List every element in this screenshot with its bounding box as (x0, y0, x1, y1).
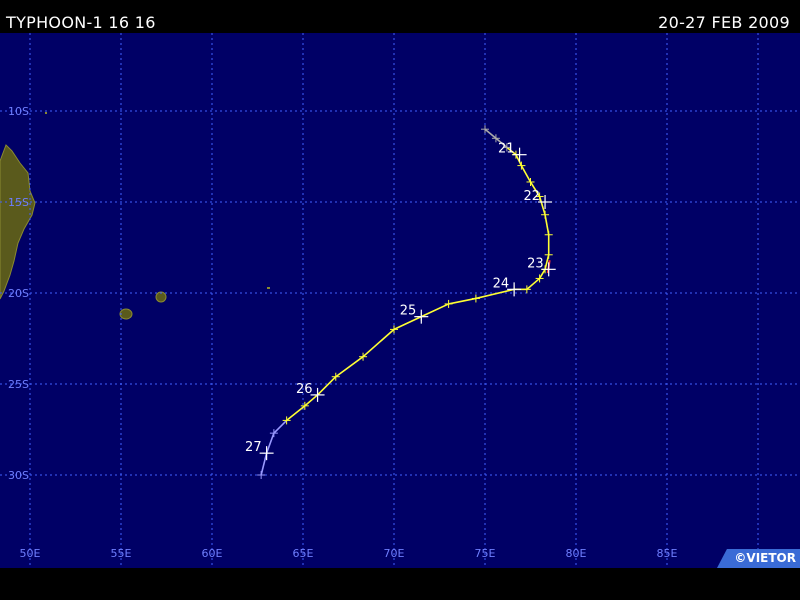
header-bar: TYPHOON-1 16 16 20-27 FEB 2009 (0, 0, 800, 33)
lon-label: 60E (202, 547, 223, 560)
reunion-island (119, 308, 133, 320)
day-label: 24 (493, 276, 510, 291)
lon-label: 50E (20, 547, 41, 560)
track-map: 10S15S20S25S30S50E55E60E65E70E75E80E85E9… (0, 33, 800, 568)
date-range: 20-27 FEB 2009 (658, 13, 790, 32)
rodrigues-island (267, 287, 270, 289)
lat-label: 10S (8, 105, 29, 118)
lon-label: 55E (111, 547, 132, 560)
lat-label: 30S (8, 469, 29, 482)
day-label: 26 (296, 382, 313, 397)
day-label: 22 (524, 189, 541, 204)
lon-label: 65E (293, 547, 314, 560)
footer-bar (0, 568, 800, 600)
day-label: 27 (245, 440, 262, 455)
lat-label: 15S (8, 196, 29, 209)
day-label: 21 (498, 142, 515, 157)
lon-label: 80E (566, 547, 587, 560)
lon-label: 85E (657, 547, 678, 560)
day-label: 25 (400, 304, 417, 319)
lat-label: 20S (8, 287, 29, 300)
lon-label: 75E (475, 547, 496, 560)
lon-label: 70E (384, 547, 405, 560)
small-islet (45, 112, 47, 114)
lat-label: 25S (8, 378, 29, 391)
credit-badge: ©VIETOR (717, 549, 800, 568)
day-label: 23 (527, 256, 544, 271)
ocean (0, 33, 800, 568)
storm-title: TYPHOON-1 16 16 (6, 13, 156, 32)
